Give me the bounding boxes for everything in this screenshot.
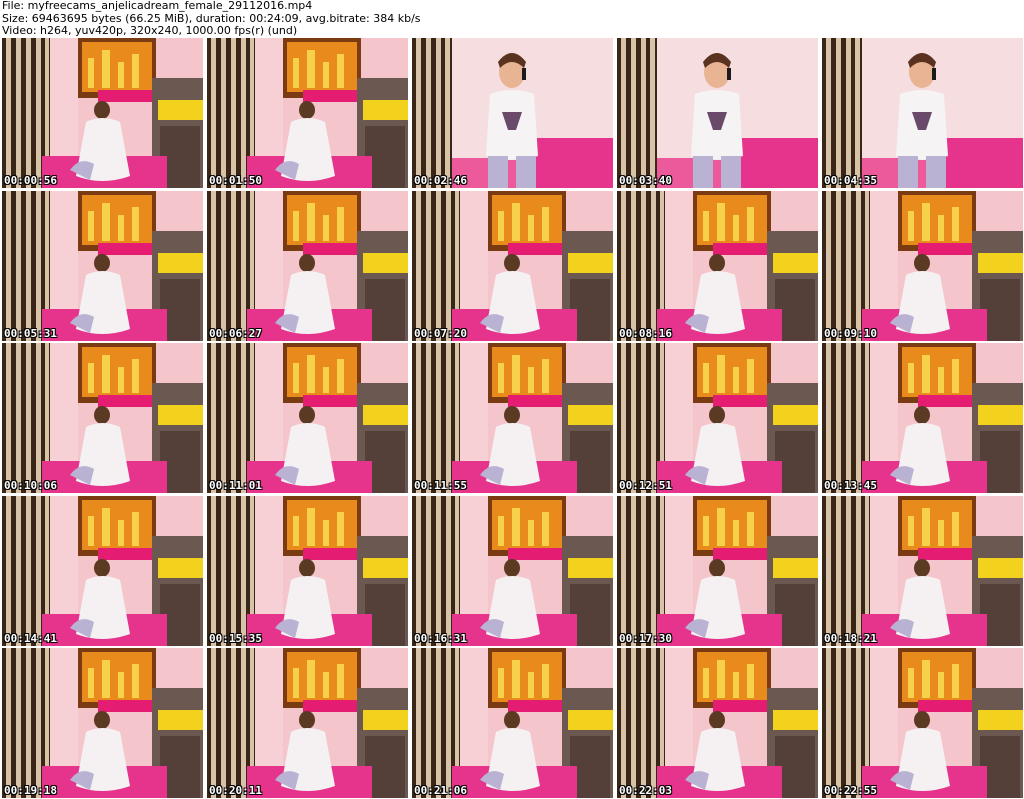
thumbnail-timestamp: 00:03:40	[619, 174, 672, 187]
video-info-line: Video: h264, yuv420p, 320x240, 1000.00 f…	[2, 24, 298, 37]
video-thumbnail: 00:13:45	[822, 343, 1023, 493]
thumbnail-frame-image	[207, 495, 408, 646]
thumbnail-frame-image	[617, 190, 818, 341]
file-info-header: File: myfreecams_anjelicadream_female_29…	[2, 0, 1022, 38]
thumbnail-timestamp: 00:01:50	[209, 174, 262, 187]
thumbnail-timestamp: 00:04:35	[824, 174, 877, 187]
video-thumbnail: 00:22:55	[822, 648, 1023, 798]
video-thumbnail: 00:15:35	[207, 495, 408, 646]
video-thumbnail: 00:01:50	[207, 38, 408, 188]
thumbnail-frame-image	[822, 648, 1023, 798]
thumbnail-frame-image	[822, 38, 1023, 188]
video-thumbnail: 00:17:30	[617, 495, 818, 646]
thumbnail-timestamp: 00:00:56	[4, 174, 57, 187]
thumbnail-frame-image	[207, 343, 408, 493]
thumbnail-timestamp: 00:15:35	[209, 631, 262, 645]
thumbnail-timestamp: 00:07:20	[414, 326, 467, 340]
video-thumbnail: 00:07:20	[412, 190, 613, 341]
thumbnail-frame-image	[207, 648, 408, 798]
thumbnail-timestamp: 00:18:21	[824, 631, 877, 645]
thumbnail-frame-image	[2, 38, 203, 188]
thumbnail-frame-image	[822, 495, 1023, 646]
thumbnail-timestamp: 00:05:31	[4, 326, 57, 340]
thumbnail-frame-image	[412, 190, 613, 341]
thumbnail-timestamp: 00:10:06	[4, 479, 57, 492]
video-thumbnail: 00:18:21	[822, 495, 1023, 646]
thumbnail-timestamp: 00:09:10	[824, 326, 877, 340]
video-thumbnail: 00:22:03	[617, 648, 818, 798]
thumbnail-timestamp: 00:22:55	[824, 784, 877, 797]
thumbnail-timestamp: 00:20:11	[209, 784, 262, 797]
thumbnail-frame-image	[2, 343, 203, 493]
thumbnail-frame-image	[617, 648, 818, 798]
thumbnail-timestamp: 00:16:31	[414, 631, 467, 645]
video-thumbnail: 00:21:06	[412, 648, 613, 798]
thumbnail-grid: 00:00:56 00:01:50 00:02:46 00:03:40 00:0…	[0, 38, 1024, 799]
thumbnail-frame-image	[617, 495, 818, 646]
thumbnail-frame-image	[412, 648, 613, 798]
thumbnail-frame-image	[617, 343, 818, 493]
thumbnail-timestamp: 00:11:55	[414, 479, 467, 492]
video-thumbnail: 00:16:31	[412, 495, 613, 646]
thumbnail-timestamp: 00:06:27	[209, 326, 262, 340]
thumbnail-frame-image	[412, 38, 613, 188]
video-thumbnail: 00:06:27	[207, 190, 408, 341]
video-thumbnail: 00:04:35	[822, 38, 1023, 188]
video-thumbnail: 00:11:55	[412, 343, 613, 493]
thumbnail-frame-image	[207, 38, 408, 188]
thumbnail-timestamp: 00:02:46	[414, 174, 467, 187]
thumbnail-frame-image	[2, 190, 203, 341]
thumbnail-timestamp: 00:17:30	[619, 631, 672, 645]
thumbnail-frame-image	[2, 495, 203, 646]
video-thumbnail: 00:05:31	[2, 190, 203, 341]
thumbnail-timestamp: 00:21:06	[414, 784, 467, 797]
thumbnail-timestamp: 00:22:03	[619, 784, 672, 797]
video-thumbnail: 00:11:01	[207, 343, 408, 493]
video-thumbnail: 00:14:41	[2, 495, 203, 646]
thumbnail-timestamp: 00:14:41	[4, 631, 57, 645]
video-thumbnail: 00:02:46	[412, 38, 613, 188]
video-thumbnail: 00:12:51	[617, 343, 818, 493]
thumbnail-frame-image	[207, 190, 408, 341]
video-thumbnail: 00:00:56	[2, 38, 203, 188]
thumbnail-timestamp: 00:13:45	[824, 479, 877, 492]
thumbnail-timestamp: 00:11:01	[209, 479, 262, 492]
thumbnail-frame-image	[822, 190, 1023, 341]
thumbnail-frame-image	[412, 343, 613, 493]
thumbnail-frame-image	[617, 38, 818, 188]
video-thumbnail: 00:08:16	[617, 190, 818, 341]
thumbnail-frame-image	[822, 343, 1023, 493]
thumbnail-frame-image	[412, 495, 613, 646]
thumbnail-frame-image	[2, 648, 203, 798]
thumbnail-timestamp: 00:19:18	[4, 784, 57, 797]
file-name-line: File: myfreecams_anjelicadream_female_29…	[2, 0, 313, 12]
video-thumbnail: 00:20:11	[207, 648, 408, 798]
video-thumbnail: 00:03:40	[617, 38, 818, 188]
thumbnail-timestamp: 00:12:51	[619, 479, 672, 492]
video-thumbnail: 00:10:06	[2, 343, 203, 493]
video-thumbnail: 00:19:18	[2, 648, 203, 798]
video-thumbnail: 00:09:10	[822, 190, 1023, 341]
thumbnail-timestamp: 00:08:16	[619, 326, 672, 340]
